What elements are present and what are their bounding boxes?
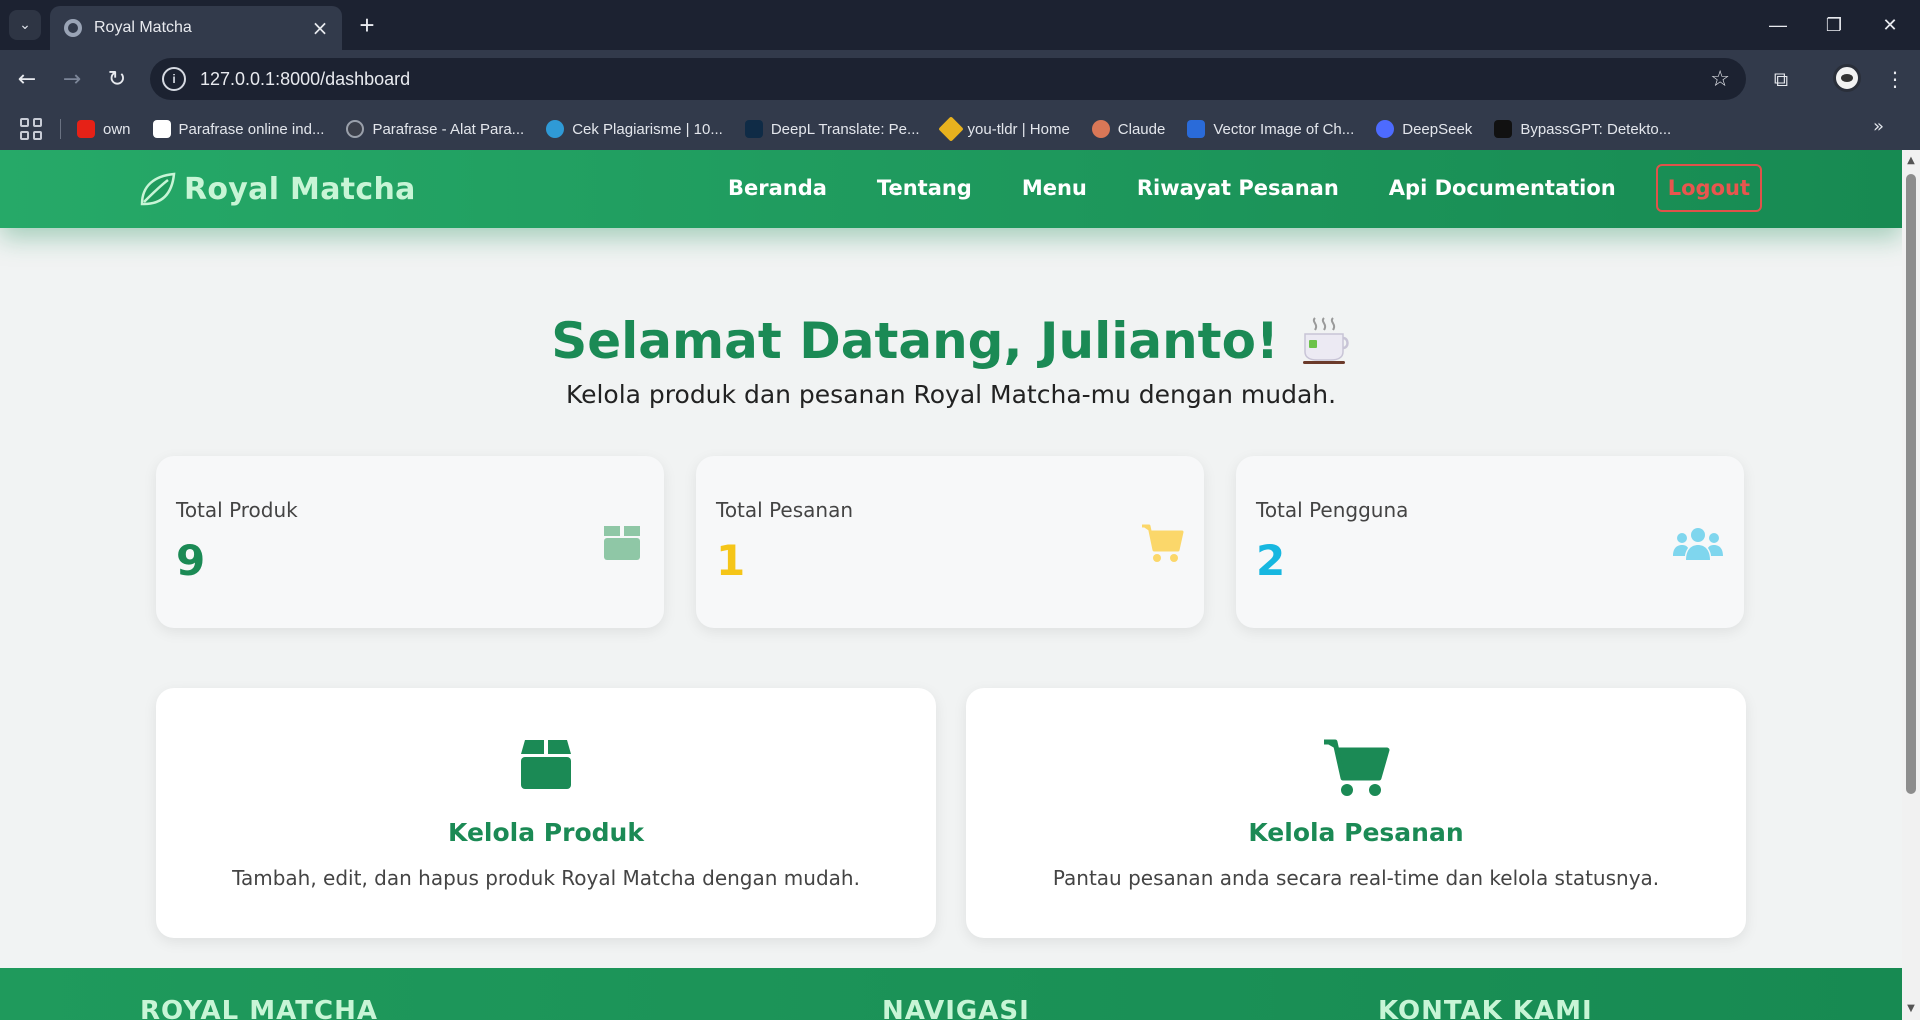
action-title: Kelola Pesanan — [1248, 818, 1464, 847]
scroll-up-arrow[interactable]: ▲ — [1906, 156, 1916, 166]
welcome-title: Selamat Datang, Julianto! — [551, 312, 1279, 370]
window-close-button[interactable]: ✕ — [1862, 0, 1918, 50]
action-description: Tambah, edit, dan hapus produk Royal Mat… — [232, 866, 860, 890]
stat-card-total-pesanan: Total Pesanan 1 — [696, 456, 1204, 628]
new-tab-button[interactable]: + — [352, 10, 382, 40]
bookmark-item[interactable]: BypassGPT: Detekto... — [1494, 120, 1671, 138]
deepseek-icon — [1376, 120, 1395, 138]
document-icon — [152, 120, 171, 138]
more-menu-icon[interactable]: ⋮ — [1880, 64, 1910, 94]
leaf-icon — [140, 172, 176, 206]
stat-value: 1 — [716, 536, 746, 585]
stat-value: 9 — [176, 536, 206, 585]
bookmarks-bar: own Parafrase online ind... Parafrase - … — [0, 108, 1920, 150]
bookmark-item[interactable]: Parafrase online ind... — [152, 120, 324, 138]
tab-title: Royal Matcha — [94, 19, 192, 36]
nav-link-menu[interactable]: Menu — [1022, 176, 1087, 200]
bookmark-item[interactable]: DeepSeek — [1376, 120, 1472, 138]
stat-card-total-pengguna: Total Pengguna 2 — [1236, 456, 1744, 628]
globe-icon — [64, 19, 82, 37]
nav-link-riwayat-pesanan[interactable]: Riwayat Pesanan — [1137, 176, 1339, 200]
box-icon — [521, 740, 571, 789]
claude-icon — [1091, 120, 1110, 138]
stat-card-total-produk: Total Produk 9 — [156, 456, 664, 628]
close-icon[interactable]: × — [310, 16, 330, 40]
action-title: Kelola Produk — [448, 818, 644, 847]
page-scrollbar[interactable]: ▲ ▼ — [1902, 150, 1920, 1020]
apps-grid-icon[interactable] — [20, 118, 42, 140]
restore-button[interactable]: ❐ — [1806, 0, 1862, 50]
brand-name: Royal Matcha — [184, 171, 416, 207]
back-button[interactable]: ← — [12, 64, 42, 94]
users-icon — [1673, 528, 1723, 560]
bookmarks-overflow-icon[interactable]: » — [1873, 116, 1884, 137]
profile-avatar[interactable] — [1833, 64, 1861, 92]
kelola-pesanan-card[interactable]: Kelola Pesanan Pantau pesanan anda secar… — [966, 688, 1746, 938]
bookmark-item[interactable]: Cek Plagiarisme | 10... — [546, 120, 723, 138]
stat-value: 2 — [1256, 536, 1286, 585]
minimize-button[interactable]: — — [1750, 0, 1806, 50]
forward-button[interactable]: → — [57, 64, 87, 94]
box-icon — [604, 526, 640, 560]
browser-tabstrip: ⌄ Royal Matcha × + — ❐ ✕ — [0, 0, 1920, 50]
nav-link-beranda[interactable]: Beranda — [728, 176, 827, 200]
logout-button[interactable]: Logout — [1655, 164, 1762, 212]
cart-icon — [1324, 739, 1390, 796]
vector-image-icon — [1187, 120, 1206, 138]
scrollbar-thumb[interactable] — [1906, 174, 1916, 794]
tea-cup-icon — [1302, 317, 1349, 364]
site-info-icon[interactable]: i — [162, 67, 186, 91]
bookmark-star-icon[interactable]: ☆ — [1710, 67, 1730, 92]
tldr-icon — [937, 116, 964, 142]
page-viewport: Royal Matcha Beranda Tentang Menu Riwaya… — [0, 150, 1902, 1020]
address-bar[interactable]: i 127.0.0.1:8000/dashboard ☆ — [150, 58, 1746, 100]
footer-heading-brand: ROYAL MATCHA — [140, 996, 378, 1020]
stat-label: Total Pengguna — [1256, 498, 1409, 522]
scroll-down-arrow[interactable]: ▼ — [1906, 1004, 1916, 1014]
tab-search-button[interactable]: ⌄ — [9, 10, 41, 40]
paraphrase-icon — [346, 120, 365, 138]
stat-label: Total Pesanan — [716, 498, 854, 522]
bookmark-item[interactable]: DeepL Translate: Pe... — [744, 120, 920, 138]
url-text[interactable]: 127.0.0.1:8000/dashboard — [200, 69, 1710, 90]
bypassgpt-icon — [1494, 120, 1513, 138]
bookmark-item[interactable]: own — [77, 120, 131, 138]
extensions-puzzle-icon[interactable]: ⧉ — [1766, 64, 1796, 94]
stat-label: Total Produk — [176, 498, 298, 522]
youtube-icon — [77, 120, 95, 138]
action-description: Pantau pesanan anda secara real-time dan… — [1052, 866, 1660, 890]
welcome-subtitle: Kelola produk dan pesanan Royal Matcha-m… — [565, 380, 1337, 409]
site-navbar: Royal Matcha Beranda Tentang Menu Riwaya… — [0, 150, 1902, 228]
welcome-hero: Selamat Datang, Julianto! Kelola produk … — [0, 312, 1902, 409]
bookmarks-divider — [60, 119, 61, 139]
bookmark-item[interactable]: Vector Image of Ch... — [1187, 120, 1354, 138]
deepl-icon — [744, 120, 763, 138]
kelola-produk-card[interactable]: Kelola Produk Tambah, edit, dan hapus pr… — [156, 688, 936, 938]
browser-tab[interactable]: Royal Matcha × — [50, 6, 342, 50]
footer-heading-navigasi: NAVIGASI — [882, 996, 1030, 1020]
bookmark-item[interactable]: Parafrase - Alat Para... — [346, 120, 524, 138]
brand-logo[interactable]: Royal Matcha — [136, 168, 416, 210]
footer-heading-kontak: KONTAK KAMI — [1378, 996, 1593, 1020]
nav-links: Beranda Tentang Menu Riwayat Pesanan Api… — [678, 164, 1762, 212]
nav-link-api-documentation[interactable]: Api Documentation — [1389, 176, 1616, 200]
plagiarism-icon — [546, 120, 565, 138]
bookmark-item[interactable]: Claude — [1091, 120, 1165, 138]
cart-icon — [1142, 524, 1184, 562]
reload-button[interactable]: ↻ — [102, 64, 132, 94]
nav-link-tentang[interactable]: Tentang — [877, 176, 972, 200]
chevron-down-icon: ⌄ — [19, 17, 31, 33]
bookmark-item[interactable]: you-tldr | Home — [937, 116, 1070, 142]
site-footer: ROYAL MATCHA NAVIGASI KONTAK KAMI — [0, 968, 1902, 1020]
browser-toolbar: ← → ↻ i 127.0.0.1:8000/dashboard ☆ ⧉ ⋮ — [0, 50, 1920, 108]
welcome-title-row: Selamat Datang, Julianto! — [551, 312, 1351, 370]
